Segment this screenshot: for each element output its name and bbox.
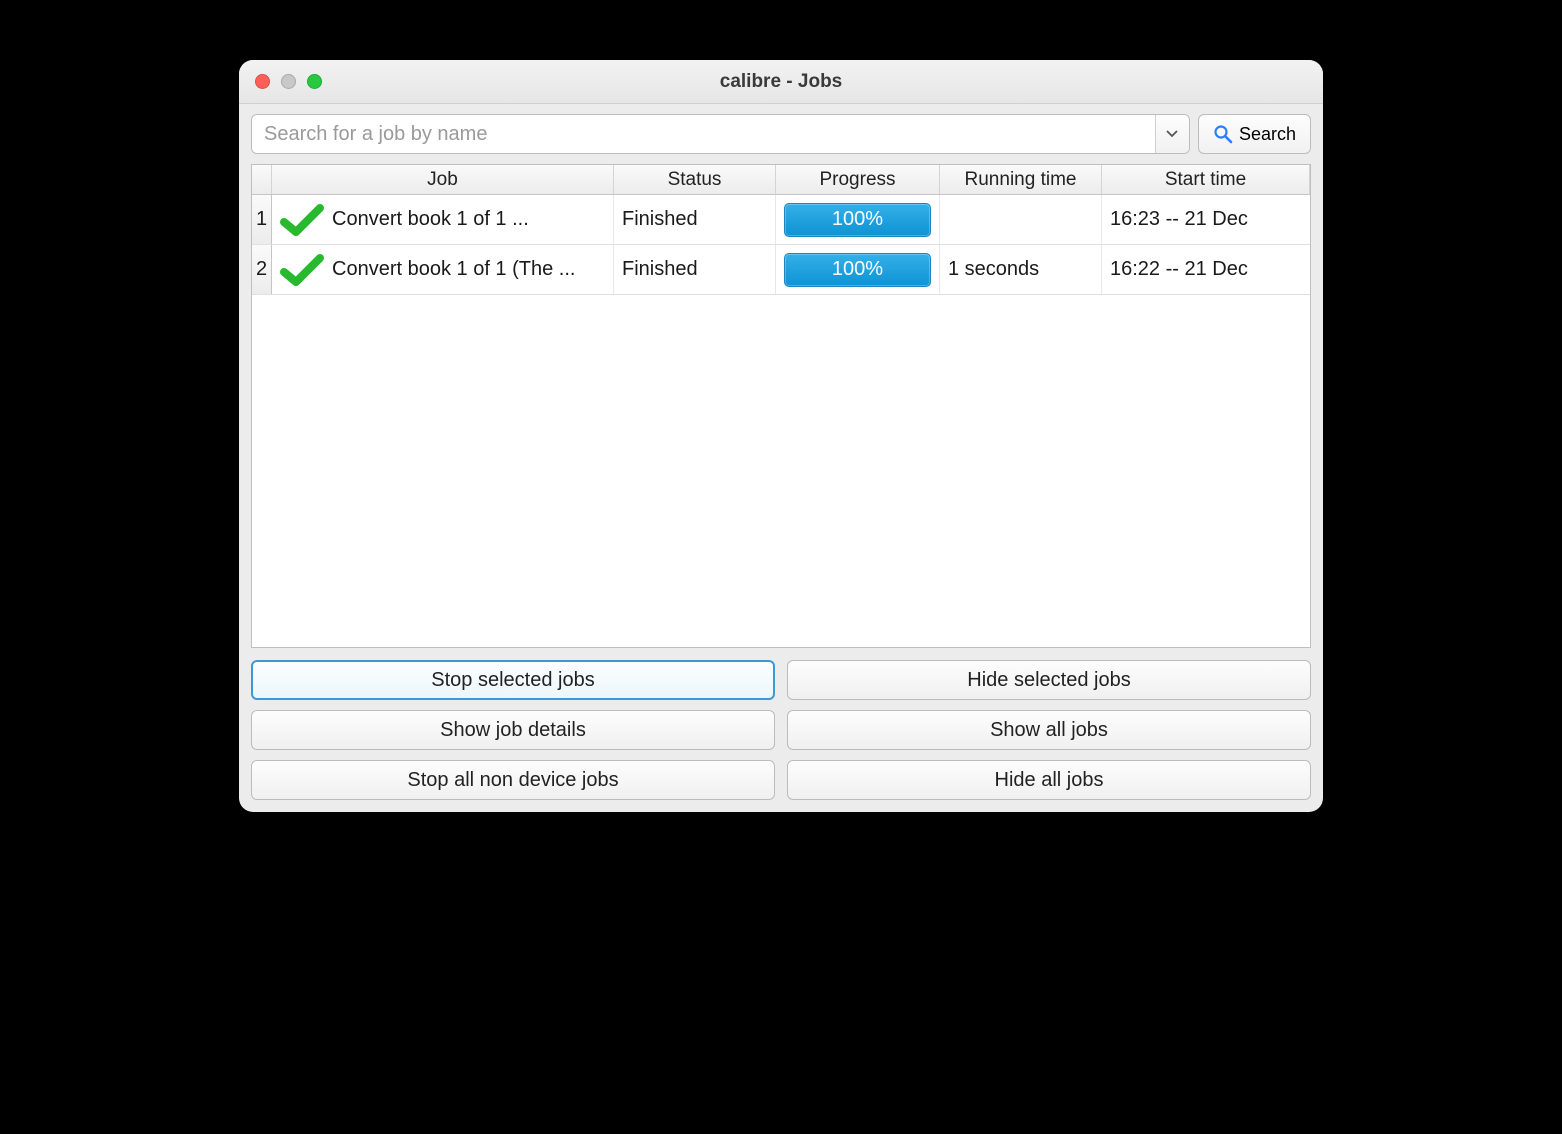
stop-non-device-button[interactable]: Stop all non device jobs (251, 760, 775, 800)
table-header: Job Status Progress Running time Start t… (252, 165, 1310, 195)
cell-running: 1 seconds (940, 245, 1102, 294)
progress-bar: 100% (784, 253, 931, 287)
cell-start: 16:22 -- 21 Dec (1102, 245, 1310, 294)
job-name: Convert book 1 of 1 (The ... (332, 258, 575, 281)
cell-running (940, 195, 1102, 244)
search-button[interactable]: Search (1198, 114, 1311, 154)
col-rownum[interactable] (252, 165, 272, 194)
show-details-button[interactable]: Show job details (251, 710, 775, 750)
checkmark-icon (280, 252, 324, 288)
window-controls (239, 74, 322, 89)
search-input[interactable] (252, 115, 1155, 153)
cell-status: Finished (614, 245, 776, 294)
cell-progress: 100% (776, 245, 940, 294)
cell-progress: 100% (776, 195, 940, 244)
zoom-icon[interactable] (307, 74, 322, 89)
table-body: 1 Convert book 1 of 1 ... Finished 100% … (252, 195, 1310, 647)
cell-job: Convert book 1 of 1 (The ... (272, 245, 614, 294)
col-status[interactable]: Status (614, 165, 776, 194)
search-history-dropdown[interactable] (1155, 115, 1189, 153)
search-icon (1213, 124, 1233, 144)
checkmark-icon (280, 202, 324, 238)
col-job[interactable]: Job (272, 165, 614, 194)
search-row: Search (251, 114, 1311, 154)
cell-status: Finished (614, 195, 776, 244)
row-number: 1 (252, 195, 272, 244)
hide-all-button[interactable]: Hide all jobs (787, 760, 1311, 800)
job-name: Convert book 1 of 1 ... (332, 208, 529, 231)
row-number: 2 (252, 245, 272, 294)
col-running[interactable]: Running time (940, 165, 1102, 194)
minimize-icon[interactable] (281, 74, 296, 89)
progress-value: 100% (832, 208, 883, 231)
show-all-button[interactable]: Show all jobs (787, 710, 1311, 750)
cell-job: Convert book 1 of 1 ... (272, 195, 614, 244)
search-field-wrap (251, 114, 1190, 154)
content: Search Job Status Progress Running time … (239, 104, 1323, 812)
titlebar: calibre - Jobs (239, 60, 1323, 104)
search-button-label: Search (1239, 124, 1296, 145)
action-buttons: Stop selected jobs Hide selected jobs Sh… (251, 660, 1311, 800)
progress-bar: 100% (784, 203, 931, 237)
jobs-table: Job Status Progress Running time Start t… (251, 164, 1311, 648)
cell-start: 16:23 -- 21 Dec (1102, 195, 1310, 244)
chevron-down-icon (1166, 130, 1178, 138)
jobs-window: calibre - Jobs Search Job Status Progres… (239, 60, 1323, 812)
col-progress[interactable]: Progress (776, 165, 940, 194)
close-icon[interactable] (255, 74, 270, 89)
progress-value: 100% (832, 258, 883, 281)
table-row[interactable]: 1 Convert book 1 of 1 ... Finished 100% … (252, 195, 1310, 245)
window-title: calibre - Jobs (239, 71, 1323, 93)
stop-selected-button[interactable]: Stop selected jobs (251, 660, 775, 700)
hide-selected-button[interactable]: Hide selected jobs (787, 660, 1311, 700)
table-row[interactable]: 2 Convert book 1 of 1 (The ... Finished … (252, 245, 1310, 295)
col-start[interactable]: Start time (1102, 165, 1310, 194)
